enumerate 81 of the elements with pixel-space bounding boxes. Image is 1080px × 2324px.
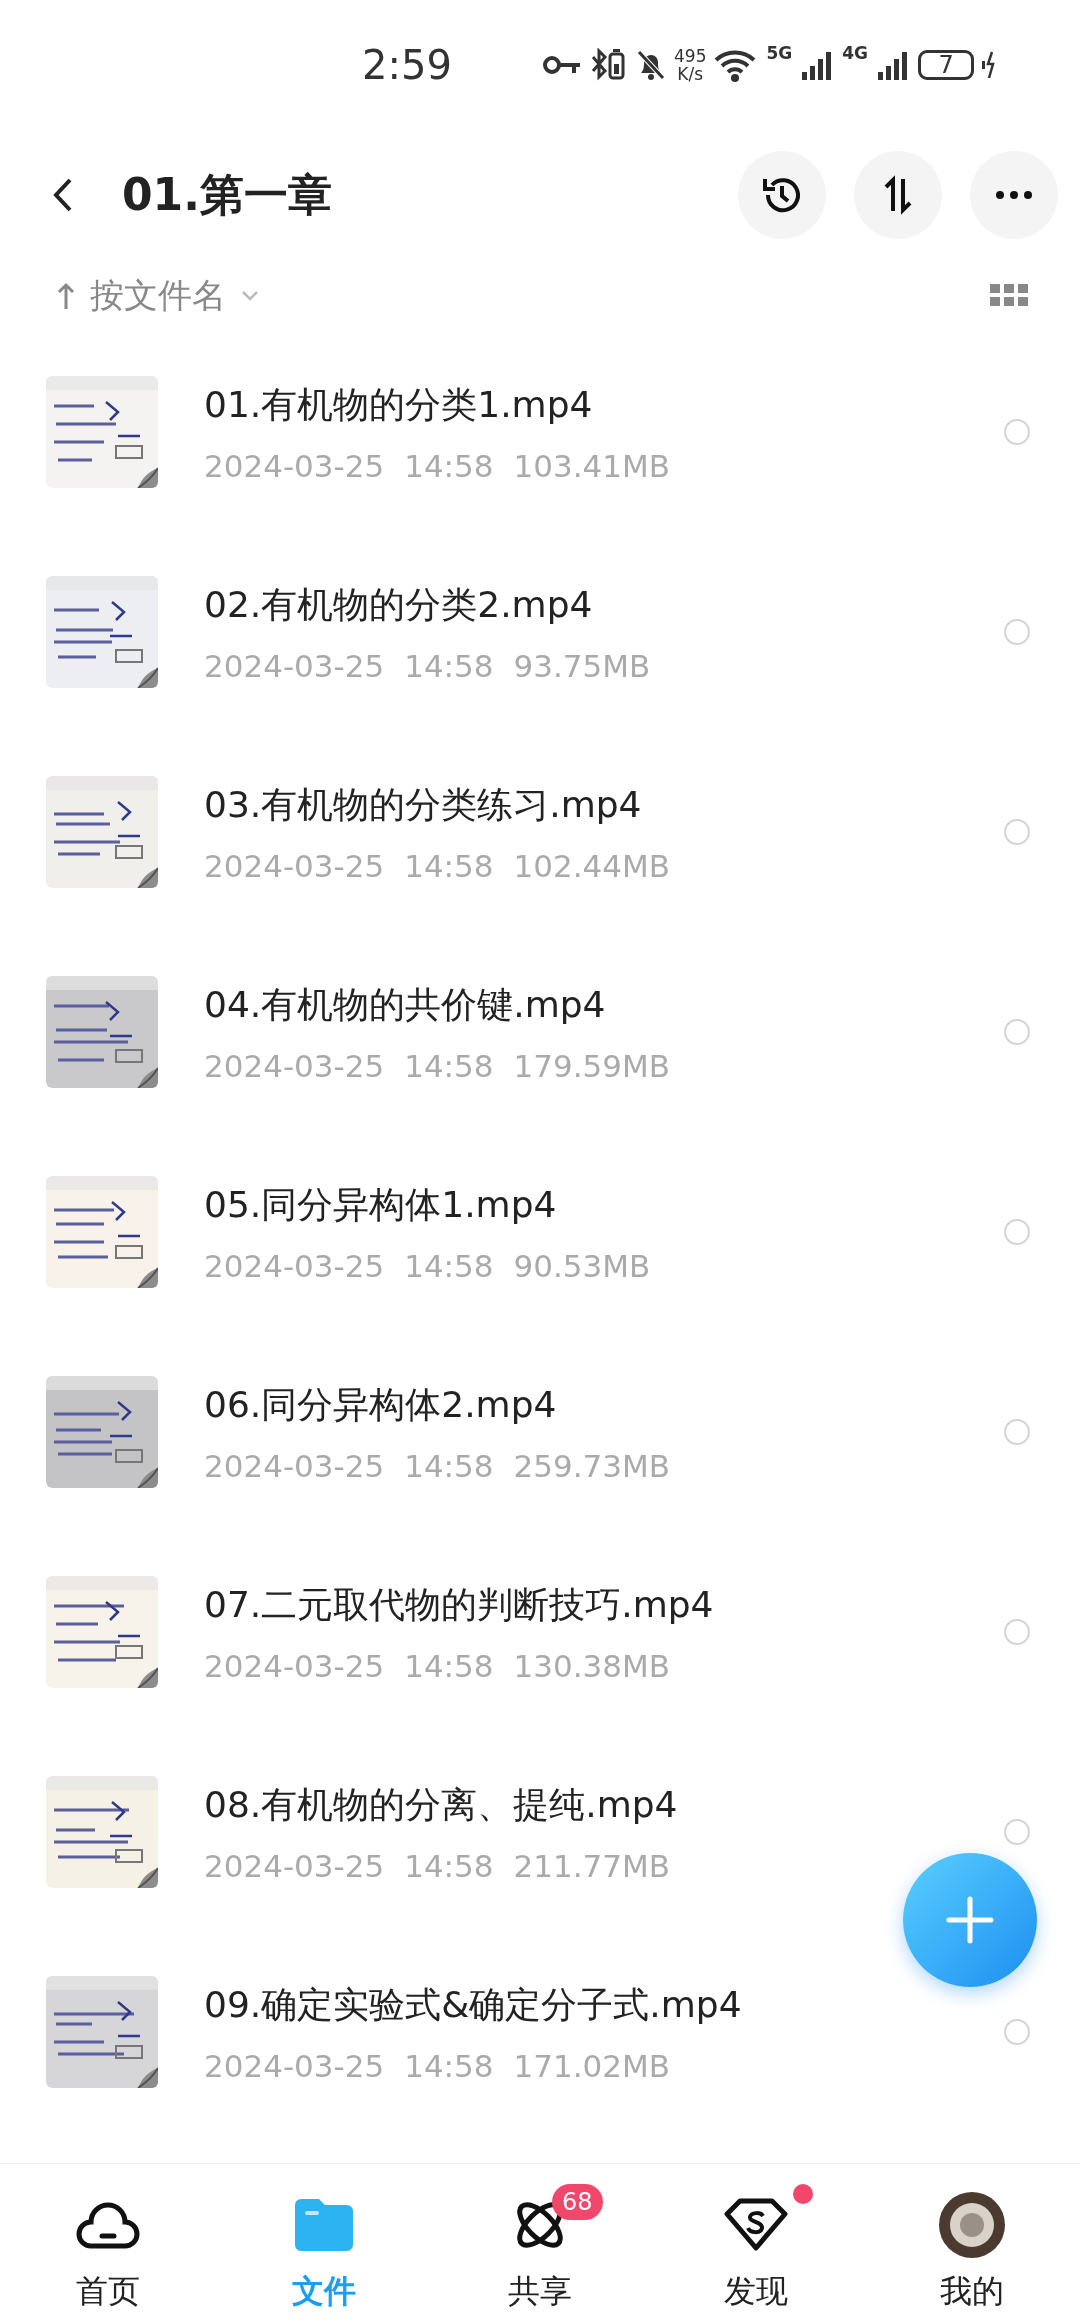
status-time: 2:59 [362,42,453,88]
file-size: 90.53MB [513,1247,651,1284]
select-radio[interactable] [1004,819,1030,845]
nav-tab[interactable]: 首页 [33,2174,183,2314]
select-radio[interactable] [1004,1619,1030,1645]
file-date: 2024-03-25 [204,2047,385,2084]
back-icon [52,177,74,213]
file-time: 14:58 [404,847,494,884]
battery-level: 7 [918,50,975,80]
file-name: 06.同分异构体2.mp4 [204,1382,558,1427]
add-button[interactable] [903,1853,1037,1987]
file-name: 04.有机物的共价键.mp4 [204,982,607,1027]
sort-by-name-dropdown[interactable]: 按文件名 [56,273,260,319]
file-name: 01.有机物的分类1.mp4 [204,382,594,427]
file-date: 2024-03-25 [204,1047,385,1084]
up-arrow-icon [56,281,76,311]
file-time: 14:58 [404,1847,494,1884]
file-name: 05.同分异构体1.mp4 [204,1182,558,1227]
file-size: 179.59MB [513,1047,670,1084]
file-time: 14:58 [404,647,494,684]
network-type: 4G [842,43,869,63]
select-radio[interactable] [1004,1019,1030,1045]
file-date: 2024-03-25 [204,1247,385,1284]
folder-icon [295,2199,353,2251]
select-radio[interactable] [1004,619,1030,645]
file-size: 93.75MB [513,647,651,684]
file-name: 02.有机物的分类2.mp4 [204,582,594,627]
charging-icon [982,50,997,80]
grid-icon [990,283,1028,306]
file-size: 211.77MB [513,1847,670,1884]
file-size: 103.41MB [513,447,670,484]
file-time: 14:58 [404,1247,494,1284]
file-date: 2024-03-25 [204,1847,385,1884]
nav-tab[interactable]: 发现 [681,2174,831,2314]
file-date: 2024-03-25 [204,647,385,684]
file-row[interactable]: 09.确定实验式&确定分子式.mp4 2024-03-25 14:58 171.02MB [0,1932,1080,2132]
file-row[interactable]: 04.有机物的共价键.mp4 2024-03-25 14:58 179.59MB [0,932,1080,1132]
select-radio[interactable] [1004,2019,1030,2045]
file-row[interactable]: 02.有机物的分类2.mp4 2024-03-25 14:58 93.75MB [0,532,1080,732]
avatar-icon [939,2192,1005,2258]
grid-view-button[interactable] [990,283,1028,309]
file-size: 171.02MB [513,2047,670,2084]
bluetooth-icon [590,48,628,82]
network-type: 5G [766,43,793,63]
file-time: 14:58 [404,447,494,484]
file-row[interactable]: 07.二元取代物的判断技巧.mp4 2024-03-25 14:58 130.38MB [0,1532,1080,1732]
select-radio[interactable] [1004,1419,1030,1445]
file-row[interactable]: 06.同分异构体2.mp4 2024-03-25 14:58 259.73MB [0,1332,1080,1532]
notification-count: 68 [552,2184,603,2220]
file-date: 2024-03-25 [204,847,385,884]
file-size: 102.44MB [513,847,670,884]
file-size: 130.38MB [513,1647,670,1684]
file-size: 259.73MB [513,1447,670,1484]
file-time: 14:58 [404,1047,494,1084]
diamond-s-icon [723,2198,789,2252]
select-radio[interactable] [1004,419,1030,445]
file-name: 09.确定实验式&确定分子式.mp4 [204,1982,743,2027]
chevron-down-icon [240,290,260,302]
file-row[interactable]: 01.有机物的分类1.mp4 2024-03-25 14:58 103.41MB [0,332,1080,532]
file-date: 2024-03-25 [204,1647,385,1684]
key-icon [542,54,582,76]
file-time: 14:58 [404,1447,494,1484]
file-name: 08.有机物的分离、提纯.mp4 [204,1782,679,1827]
file-name: 07.二元取代物的判断技巧.mp4 [204,1582,715,1627]
cloud-icon [75,2200,141,2250]
file-time: 14:58 [404,2047,494,2084]
plus-icon [945,1895,995,1945]
folder-title: 01.第一章 [122,167,333,222]
nav-tab[interactable]: 我的 [897,2174,1047,2314]
file-time: 14:58 [404,1647,494,1684]
file-date: 2024-03-25 [204,1447,385,1484]
nav-tab[interactable]: 68 共享 [465,2174,615,2314]
select-radio[interactable] [1004,1219,1030,1245]
more-icon [994,190,1034,200]
file-row[interactable]: 03.有机物的分类练习.mp4 2024-03-25 14:58 102.44MB [0,732,1080,932]
file-row[interactable]: 05.同分异构体1.mp4 2024-03-25 14:58 90.53MB [0,1132,1080,1332]
bell-muted-icon [636,49,666,81]
file-date: 2024-03-25 [204,447,385,484]
select-radio[interactable] [1004,1819,1030,1845]
network-speed: 495 K/s [674,47,707,83]
file-name: 03.有机物的分类练习.mp4 [204,782,643,827]
